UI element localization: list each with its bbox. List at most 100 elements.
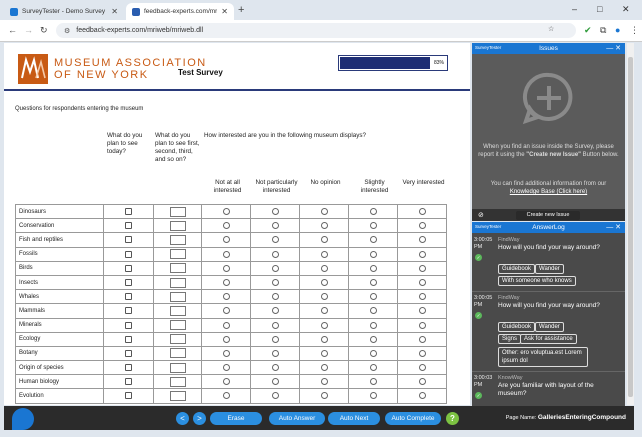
interest-radio[interactable] [222,293,230,301]
plan-today-checkbox[interactable] [125,349,132,357]
interest-radio[interactable] [418,293,426,301]
interest-radio[interactable] [271,321,279,329]
plan-order-input[interactable] [169,334,186,345]
plan-today-checkbox[interactable] [125,208,132,216]
interest-radio[interactable] [369,307,377,315]
interest-radio[interactable] [222,335,230,343]
interest-radio[interactable] [418,250,426,258]
interest-radio[interactable] [418,278,426,286]
extension-check-icon[interactable]: ✔ [584,25,592,36]
interest-radio[interactable] [271,264,279,272]
interest-radio[interactable] [320,364,328,372]
interest-radio[interactable] [369,321,377,329]
interest-radio[interactable] [320,250,328,258]
interest-radio[interactable] [369,208,377,216]
plan-today-checkbox[interactable] [125,307,132,315]
interest-radio[interactable] [418,321,426,329]
plan-order-input[interactable] [169,320,186,331]
next-page-button[interactable]: > [193,412,206,425]
plan-today-checkbox[interactable] [125,392,132,400]
knowledge-base-link[interactable]: Knowledge Base (Click here) [510,189,587,195]
plan-order-input[interactable] [169,220,186,231]
interest-radio[interactable] [369,392,377,400]
interest-radio[interactable] [418,264,426,272]
interest-radio[interactable] [320,321,328,329]
interest-radio[interactable] [418,307,426,315]
interest-radio[interactable] [222,208,230,216]
close-tab-icon[interactable]: ✕ [111,7,118,16]
interest-radio[interactable] [271,278,279,286]
interest-radio[interactable] [320,378,328,386]
plan-order-input[interactable] [169,391,186,402]
interest-radio[interactable] [222,222,230,230]
interest-radio[interactable] [271,293,279,301]
scrollbar-thumb[interactable] [628,57,633,397]
interest-radio[interactable] [222,364,230,372]
interest-radio[interactable] [418,349,426,357]
interest-radio[interactable] [369,349,377,357]
minimize-button[interactable]: – [572,4,577,14]
plan-today-checkbox[interactable] [125,264,132,272]
interest-radio[interactable] [222,378,230,386]
extensions-puzzle-icon[interactable]: ⧉ [600,25,606,36]
no-entry-icon[interactable]: ⊘ [478,211,484,219]
interest-radio[interactable] [320,392,328,400]
interest-radio[interactable] [369,335,377,343]
interest-radio[interactable] [222,264,230,272]
plan-order-input[interactable] [169,263,186,274]
interest-radio[interactable] [320,307,328,315]
interest-radio[interactable] [369,236,377,244]
interest-radio[interactable] [369,364,377,372]
interest-radio[interactable] [369,250,377,258]
interest-radio[interactable] [271,250,279,258]
create-new-issue-button[interactable]: Create new Issue [516,211,580,220]
interest-radio[interactable] [320,293,328,301]
plan-order-input[interactable] [169,362,186,373]
plan-order-input[interactable] [169,291,186,302]
plan-today-checkbox[interactable] [125,335,132,343]
auto-answer-button[interactable]: Auto Answer [269,412,325,425]
interest-radio[interactable] [418,378,426,386]
plan-today-checkbox[interactable] [125,236,132,244]
plan-order-input[interactable] [169,249,186,260]
address-bar[interactable]: ⚙ feedback-experts.com/mriweb/mriweb.dll [56,23,576,38]
interest-radio[interactable] [418,208,426,216]
interest-radio[interactable] [222,307,230,315]
interest-radio[interactable] [320,236,328,244]
plan-today-checkbox[interactable] [125,250,132,258]
interest-radio[interactable] [320,208,328,216]
interest-radio[interactable] [320,335,328,343]
bookmark-star-icon[interactable]: ☆ [548,25,554,33]
back-arrow-icon[interactable]: ← [8,25,17,35]
interest-radio[interactable] [271,307,279,315]
log-entry[interactable]: 3:00:03 PM ✓ KnowWay Are you familiar wit… [472,372,625,406]
plan-order-input[interactable] [169,206,186,217]
plan-today-checkbox[interactable] [125,222,132,230]
auto-complete-button[interactable]: Auto Complete [385,412,441,425]
chat-bubble-icon[interactable] [12,408,34,430]
interest-radio[interactable] [271,335,279,343]
page-scrollbar[interactable] [627,43,634,405]
tab-surveytester[interactable]: SurveyTester - Demo Survey 1 ✕ [4,3,124,20]
plan-today-checkbox[interactable] [125,321,132,329]
plan-order-input[interactable] [169,277,186,288]
help-button[interactable]: ? [446,412,459,425]
plan-today-checkbox[interactable] [125,364,132,372]
profile-avatar-icon[interactable]: ● [615,25,620,35]
interest-radio[interactable] [320,222,328,230]
interest-radio[interactable] [418,335,426,343]
interest-radio[interactable] [222,349,230,357]
interest-radio[interactable] [271,364,279,372]
interest-radio[interactable] [222,250,230,258]
plan-order-input[interactable] [169,234,186,245]
plan-today-checkbox[interactable] [125,278,132,286]
panel-minimize-close-icon[interactable]: — ✕ [606,223,621,231]
interest-radio[interactable] [222,321,230,329]
forward-arrow-icon[interactable]: → [24,25,33,35]
maximize-button[interactable]: □ [597,4,602,14]
interest-radio[interactable] [369,378,377,386]
reload-icon[interactable]: ↻ [40,25,48,36]
interest-radio[interactable] [418,236,426,244]
interest-radio[interactable] [369,264,377,272]
interest-radio[interactable] [271,378,279,386]
